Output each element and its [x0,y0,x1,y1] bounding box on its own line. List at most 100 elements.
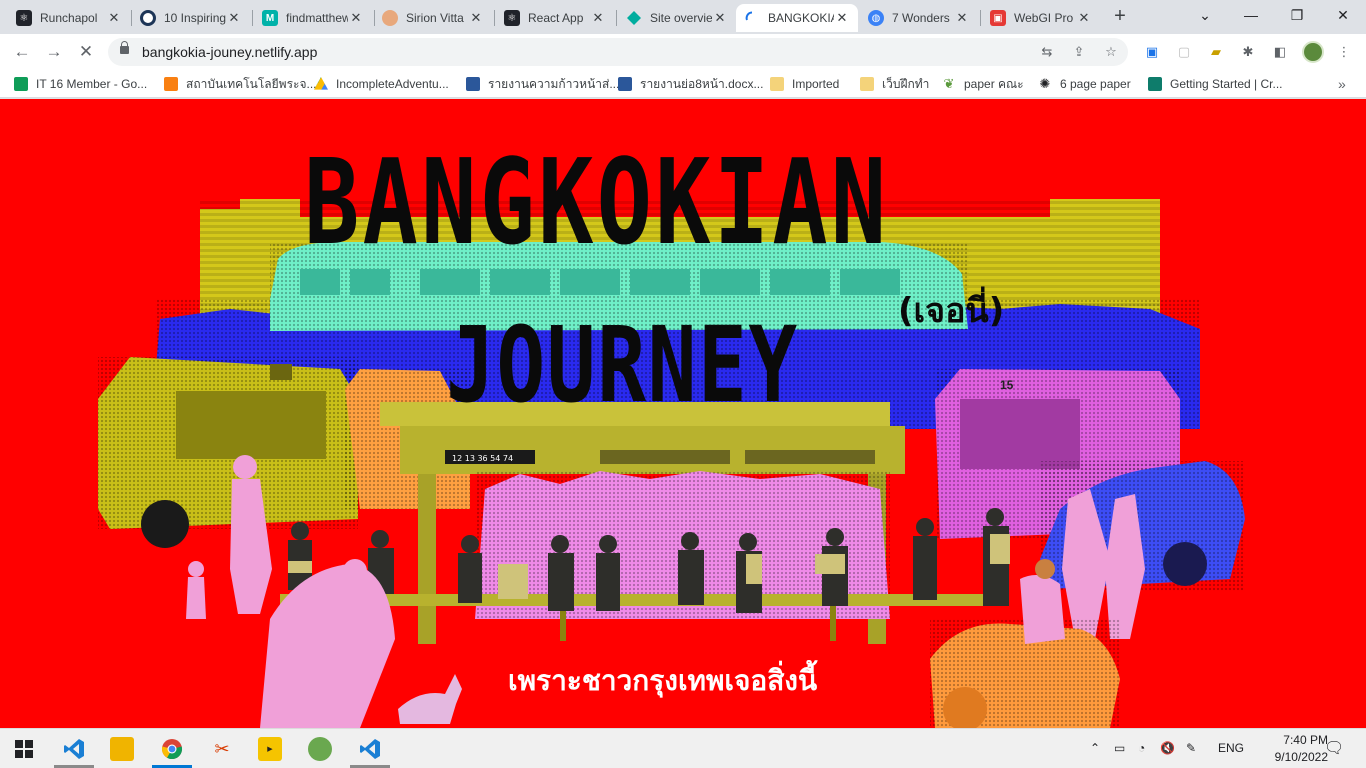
tab-title: 10 Inspiring [164,11,226,25]
file-explorer-icon[interactable] [110,737,134,761]
tab-close-icon[interactable]: ✕ [590,10,606,26]
url-text[interactable]: bangkokia-jouney.netlify.app [142,44,317,60]
translate-icon[interactable]: ⇆ [1039,44,1055,60]
tab-react-app[interactable]: ⚛ React App ✕ [496,4,614,32]
tab-close-icon[interactable]: ✕ [712,10,728,26]
forward-button[interactable]: → [42,40,66,64]
tab-close-icon[interactable]: ✕ [954,10,970,26]
vscode-icon[interactable] [358,737,382,761]
tray-chevron-icon[interactable]: ⌃ [1090,741,1100,755]
tab-webgi[interactable]: ▣ WebGI Pro ✕ [982,4,1100,32]
stop-loading-button[interactable]: ✕ [74,40,98,64]
bookmark-item[interactable]: รายงานย่อ8หน้า.docx... [618,76,763,92]
chrome-icon[interactable] [160,737,184,761]
bookmark-item[interactable]: รายงานความก้าวหน้าส่... [466,76,619,92]
sheets-icon [14,77,28,91]
tab-title: Sirion Vitta [406,11,464,25]
tab-10-inspiring[interactable]: 10 Inspiring ✕ [132,4,250,32]
bookmark-label: รายงานย่อ8หน้า.docx... [640,76,764,91]
extension-blank-icon[interactable]: ▢ [1174,42,1194,62]
tab-close-icon[interactable]: ✕ [106,10,122,26]
tab-runchapol[interactable]: ⚛ Runchapol ✕ [8,4,130,32]
drive-icon [314,77,328,90]
bookmark-label: IT 16 Member - Go... [36,77,148,91]
tab-sirion[interactable]: Sirion Vitta ✕ [374,4,492,32]
bookmark-label: สถาบันเทคโนโลยีพระจ... [186,76,317,91]
tab-close-icon[interactable]: ✕ [834,10,850,26]
target-icon [140,10,156,26]
extension-folder-icon[interactable]: ▰ [1206,42,1226,62]
bookmark-item[interactable]: IT 16 Member - Go... [14,76,147,92]
bookmark-folder[interactable]: Imported [770,76,839,92]
pen-icon[interactable]: ✎ [1186,741,1196,755]
moodle-icon [164,77,178,91]
vscode-icon[interactable] [62,737,86,761]
hero-section: 15 12 13 36 54 74 BANGKOKIAN (เจอนี่) JO… [0,99,1366,728]
notifications-icon[interactable]: 🗨 [1324,738,1344,758]
webgi-icon: ▣ [990,10,1006,26]
new-tab-button[interactable]: + [1110,6,1130,27]
back-button[interactable]: ← [10,40,34,64]
tab-close-icon[interactable]: ✕ [348,10,364,26]
restore-button[interactable]: ❐ [1274,0,1320,30]
tab-bangkokia-active[interactable]: BANGKOKIA ✕ [736,4,858,32]
lock-icon[interactable] [120,41,129,54]
close-window-button[interactable]: ✕ [1320,0,1366,30]
wifi-icon[interactable]: ◔ [1138,741,1145,755]
browser-toolbar: ← → ✕ bangkokia-jouney.netlify.app ⇆ ⇪ ☆… [0,34,1366,70]
volume-muted-icon[interactable]: 🔇 [1160,741,1175,755]
system-clock[interactable]: 7:40 PM 9/10/2022 [1268,732,1328,766]
dog-figure [398,674,462,724]
address-bar[interactable]: bangkokia-jouney.netlify.app ⇆ ⇪ ☆ [108,38,1128,66]
bookmark-item[interactable]: Getting Started | Cr... [1148,76,1283,92]
side-panel-icon[interactable]: ◧ [1270,42,1290,62]
globe-icon: ◍ [868,10,884,26]
bookmark-item[interactable]: ❦ paper คณะ [942,76,1024,92]
tab-site-overview[interactable]: Site overview ✕ [618,4,736,32]
word-icon [618,77,632,91]
share-icon[interactable]: ⇪ [1071,44,1087,60]
netlify-icon [626,10,642,26]
bookmark-star-icon[interactable]: ☆ [1103,44,1119,60]
bookmark-item[interactable]: สถาบันเทคโนโลยีพระจ... [164,76,317,92]
bookmark-folder[interactable]: เว็บฝึกทำ [860,76,929,92]
menu-kebab-icon[interactable]: ⋮ [1334,42,1354,62]
tab-title: BANGKOKIA [768,11,834,25]
battery-icon[interactable]: ▭ [1114,741,1125,755]
snipping-tool-icon[interactable]: ✂ [210,737,234,761]
word-icon [466,77,480,91]
bookmark-item[interactable]: IncompleteAdventu... [314,76,449,92]
windows-start-icon[interactable] [12,737,36,761]
profile-avatar[interactable] [1302,41,1324,63]
language-indicator[interactable]: ENG [1218,741,1244,755]
react-icon: ⚛ [504,10,520,26]
player-icon[interactable]: ▶ [258,737,282,761]
folder-icon [860,77,874,91]
chameleon-icon[interactable] [308,737,332,761]
bookmark-item[interactable]: ✺ 6 page paper [1038,76,1131,92]
bus-number-label: 15 [1000,378,1014,392]
tab-7-wonders[interactable]: ◍ 7 Wonders ✕ [860,4,978,32]
tab-title: Site overview [650,11,712,25]
hero-title-line-1: BANGKOKIAN [304,133,890,271]
tab-close-icon[interactable]: ✕ [226,10,242,26]
tab-close-icon[interactable]: ✕ [1076,10,1092,26]
openai-icon: ✺ [1039,76,1051,91]
folder-icon [770,77,784,91]
tab-title: 7 Wonders [892,11,950,25]
tab-search-chevron-icon[interactable]: ⌄ [1182,0,1228,30]
bookmarks-overflow-icon[interactable]: » [1338,76,1346,92]
leaf-icon: ❦ [943,76,955,91]
tab-title: Runchapol [40,11,98,25]
sun-icon [382,10,398,26]
tab-title: React App [528,11,584,25]
hero-title-line-2: JOURNEY [446,304,799,426]
minimize-button[interactable]: — [1228,0,1274,30]
tab-close-icon[interactable]: ✕ [468,10,484,26]
screen-cast-icon[interactable]: ▣ [1142,42,1162,62]
extensions-puzzle-icon[interactable]: ✱ [1238,42,1258,62]
loading-spinner-icon [744,10,760,26]
tab-findmatthew[interactable]: M findmatthew ✕ [254,4,372,32]
tab-strip: ⚛ Runchapol ✕ 10 Inspiring ✕ M findmatth… [0,0,1366,34]
tab-title: WebGI Pro [1014,11,1074,25]
